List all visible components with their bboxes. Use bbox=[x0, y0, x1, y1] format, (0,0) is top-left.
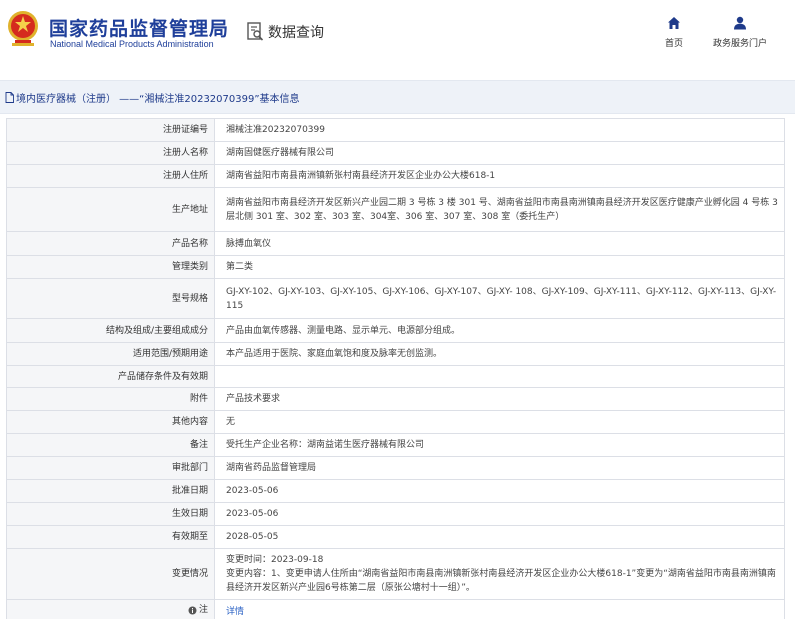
table-row: 管理类别 第二类 bbox=[6, 255, 785, 279]
table-row: 型号规格 GJ-XY-102、GJ-XY-103、GJ-XY-105、GJ-XY-… bbox=[6, 278, 785, 319]
row-label: 结构及组成/主要组成成分 bbox=[6, 318, 215, 343]
row-label: 注册人名称 bbox=[6, 141, 215, 165]
row-label: 生效日期 bbox=[6, 502, 215, 526]
info-icon bbox=[188, 606, 197, 615]
row-value: 湖南省益阳市南县经济开发区新兴产业园二期 3 号栋 3 楼 301 号、湖南省益… bbox=[214, 187, 785, 232]
row-value: 2023-05-06 bbox=[214, 502, 785, 526]
table-row: 有效期至 2028-05-05 bbox=[6, 525, 785, 549]
registration-info-table: 注册证编号 湘械注准20232070399 注册人名称 湖南固健医疗器械有限公司 注… bbox=[6, 118, 785, 619]
row-value-change-history: 变更时间：2023-09-18 变更内容：1、变更申请人住所由“湖南省益阳市南县… bbox=[214, 548, 785, 600]
table-row: 变更情况 变更时间：2023-09-18 变更内容：1、变更申请人住所由“湖南省… bbox=[6, 548, 785, 600]
row-label: 产品名称 bbox=[6, 231, 215, 256]
document-search-icon bbox=[247, 22, 264, 41]
table-row: 附件 产品技术要求 bbox=[6, 387, 785, 411]
document-icon bbox=[5, 92, 14, 103]
row-value: 详情 bbox=[214, 599, 785, 619]
nav-service-portal-label: 政务服务门户 bbox=[713, 39, 768, 49]
row-value: 2023-05-06 bbox=[214, 479, 785, 503]
row-label: 有效期至 bbox=[6, 525, 215, 549]
details-link[interactable]: 详情 bbox=[226, 607, 244, 617]
table-row: 其他内容无 bbox=[6, 410, 785, 434]
breadcrumb-text: 境内医疗器械（注册） ——“湘械注准20232070399”基本信息 bbox=[16, 94, 300, 105]
data-query-title: 数据查询 bbox=[268, 25, 324, 41]
row-value bbox=[214, 365, 785, 388]
nav-home-label: 首页 bbox=[665, 39, 684, 49]
data-query-section: 数据查询 bbox=[247, 22, 324, 42]
row-label: 注册人住所 bbox=[6, 164, 215, 188]
table-row: 注册证编号 湘械注准20232070399 bbox=[6, 118, 785, 142]
row-value: GJ-XY-102、GJ-XY-103、GJ-XY-105、GJ-XY-106、… bbox=[214, 278, 785, 319]
row-label: 适用范围/预期用途 bbox=[6, 342, 215, 366]
change-time: 变更时间：2023-09-18 bbox=[226, 555, 324, 565]
row-label-note: 注 bbox=[6, 599, 215, 619]
row-label: 其他内容 bbox=[6, 410, 215, 434]
table-row: 生效日期 2023-05-06 bbox=[6, 502, 785, 526]
national-emblem-icon bbox=[8, 11, 38, 46]
nav-home[interactable]: 首页 bbox=[665, 16, 683, 49]
row-label: 型号规格 bbox=[6, 278, 215, 319]
row-value: 受托生产企业名称：湖南益诺生医疗器械有限公司 bbox=[214, 433, 785, 457]
row-value: 湘械注准20232070399 bbox=[214, 118, 785, 142]
site-header: 国家药品监督管理局 National Medical Products Admi… bbox=[0, 0, 795, 72]
row-label: 生产地址 bbox=[6, 187, 215, 232]
brand-title: 国家药品监督管理局 bbox=[49, 18, 230, 40]
row-label: 变更情况 bbox=[6, 548, 215, 600]
table-row: 生产地址 湖南省益阳市南县经济开发区新兴产业园二期 3 号栋 3 楼 301 号、… bbox=[6, 187, 785, 232]
row-value: 湖南固健医疗器械有限公司 bbox=[214, 141, 785, 165]
breadcrumb-title: 境内医疗器械（注册） ——“湘械注准20232070399”基本信息 bbox=[5, 90, 300, 105]
row-value: 脉搏血氧仪 bbox=[214, 231, 785, 256]
table-row: 产品名称 脉搏血氧仪 bbox=[6, 231, 785, 256]
breadcrumb: 境内医疗器械（注册） ——“湘械注准20232070399”基本信息 bbox=[0, 80, 795, 114]
row-value: 无 bbox=[214, 410, 785, 434]
change-content: 变更内容：1、变更申请人住所由“湖南省益阳市南县南洲镇新张村南县经济开发区企业办… bbox=[226, 569, 776, 593]
table-row: 批准日期 2023-05-06 bbox=[6, 479, 785, 503]
row-label: 注册证编号 bbox=[6, 118, 215, 142]
row-label: 产品储存条件及有效期 bbox=[6, 365, 215, 388]
table-row: 注册人住所 湖南省益阳市南县南洲镇新张村南县经济开发区企业办公大楼618-1 bbox=[6, 164, 785, 188]
table-row: 适用范围/预期用途 本产品适用于医院、家庭血氧饱和度及脉率无创监测。 bbox=[6, 342, 785, 366]
row-value: 第二类 bbox=[214, 255, 785, 279]
row-value: 产品技术要求 bbox=[214, 387, 785, 411]
note-label: 注 bbox=[198, 605, 208, 616]
table-row: 备注 受托生产企业名称：湖南益诺生医疗器械有限公司 bbox=[6, 433, 785, 457]
row-value: 产品由血氧传感器、测量电路、显示单元、电源部分组成。 bbox=[214, 318, 785, 343]
brand-subtitle: National Medical Products Administration bbox=[50, 39, 214, 49]
row-value: 湖南省药品监督管理局 bbox=[214, 456, 785, 480]
table-row: 审批部门 湖南省药品监督管理局 bbox=[6, 456, 785, 480]
table-row: 注册人名称 湖南固健医疗器械有限公司 bbox=[6, 141, 785, 165]
nav-service-portal[interactable]: 政务服务门户 bbox=[713, 16, 767, 49]
table-row: 注 详情 bbox=[6, 599, 785, 619]
row-label: 审批部门 bbox=[6, 456, 215, 480]
table-row: 结构及组成/主要组成成分 产品由血氧传感器、测量电路、显示单元、电源部分组成。 bbox=[6, 318, 785, 343]
row-label: 附件 bbox=[6, 387, 215, 411]
row-label: 备注 bbox=[6, 433, 215, 457]
row-label: 管理类别 bbox=[6, 255, 215, 279]
user-icon bbox=[734, 16, 746, 30]
row-label: 批准日期 bbox=[6, 479, 215, 503]
row-value: 本产品适用于医院、家庭血氧饱和度及脉率无创监测。 bbox=[214, 342, 785, 366]
row-value: 湖南省益阳市南县南洲镇新张村南县经济开发区企业办公大楼618-1 bbox=[214, 164, 785, 188]
table-row: 产品储存条件及有效期 bbox=[6, 365, 785, 388]
row-value: 2028-05-05 bbox=[214, 525, 785, 549]
home-icon bbox=[668, 17, 680, 29]
